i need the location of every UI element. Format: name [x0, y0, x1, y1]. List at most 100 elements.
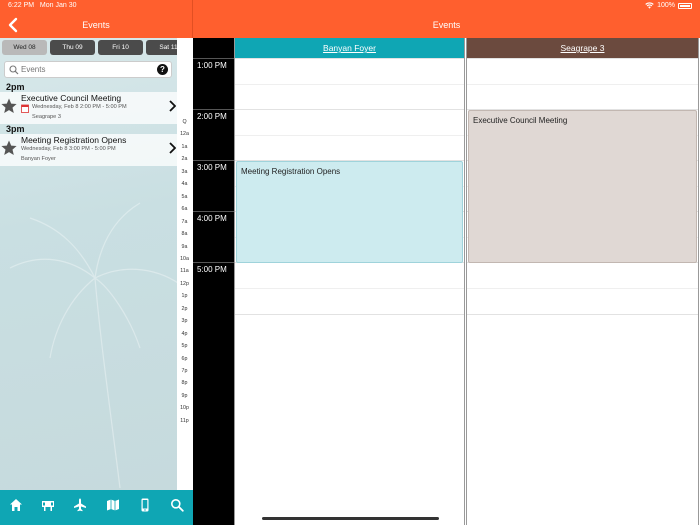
day-tab-thu-09[interactable]: Thu 09 [50, 40, 95, 55]
grid-line [235, 135, 464, 136]
hour-index-item[interactable]: 7a [177, 219, 192, 225]
hour-index-item[interactable]: 8p [177, 380, 192, 386]
event-list-panel: Wed 08 Thu 09 Fri 10 Sat 11 ? 2pm Execut… [0, 38, 192, 490]
event-list-item-registration[interactable]: Meeting Registration Opens Wednesday, Fe… [0, 134, 177, 166]
search-icon[interactable] [170, 498, 184, 512]
day-tabs: Wed 08 Thu 09 Fri 10 Sat 11 [2, 40, 191, 55]
time-tick [193, 262, 234, 263]
time-label-1pm: 1:00 PM [197, 61, 227, 70]
room-header-seagrape-3[interactable]: Seagrape 3 [467, 38, 698, 59]
bottom-nav-bar [0, 490, 193, 525]
status-time: 6:22 PM Mon Jan 30 [8, 2, 77, 9]
grid-line [467, 314, 698, 315]
home-indicator [262, 517, 439, 520]
event-list-item-executive-council[interactable]: Executive Council Meeting Wednesday, Feb… [0, 92, 177, 124]
chevron-right-icon [169, 142, 176, 154]
room-column-seagrape-3: Seagrape 3 Executive Council Meeting [466, 38, 699, 525]
time-tick [193, 160, 234, 161]
time-label-3pm: 3:00 PM [197, 163, 227, 172]
grid-line [235, 288, 464, 289]
hour-index-item[interactable]: 4p [177, 331, 192, 337]
hour-index-item[interactable]: 3p [177, 318, 192, 324]
hour-index-item[interactable]: 10p [177, 405, 192, 411]
time-label-4pm: 4:00 PM [197, 214, 227, 223]
hour-index-item[interactable]: 6a [177, 206, 192, 212]
room-header-banyan-foyer[interactable]: Banyan Foyer [235, 38, 464, 59]
star-icon[interactable] [1, 140, 17, 156]
time-tick [193, 109, 234, 110]
day-tab-fri-10[interactable]: Fri 10 [98, 40, 143, 55]
calendar-icon [21, 104, 29, 113]
hour-index-bar[interactable]: Q 12a 1a 2a 3a 4a 5a 6a 7a 8a 9a 10a 11a 12p 1p 2p 3p 4p 5… [177, 38, 192, 490]
event-title: Meeting Registration Opens [21, 135, 127, 145]
airplane-icon[interactable] [73, 498, 87, 512]
hour-index-item[interactable]: Q [177, 119, 192, 125]
time-label-2pm: 2:00 PM [197, 112, 227, 121]
schedule-grid: 1:00 PM 2:00 PM 3:00 PM 4:00 PM 5:00 PM … [193, 38, 700, 525]
time-tick [193, 211, 234, 212]
hour-index-item[interactable]: 9p [177, 393, 192, 399]
hour-index-item[interactable]: 10a [177, 256, 192, 262]
hour-index-item[interactable]: 9a [177, 244, 192, 250]
event-block-title: Meeting Registration Opens [241, 167, 341, 176]
hour-index-item[interactable]: 2a [177, 156, 192, 162]
hour-index-item[interactable]: 5a [177, 194, 192, 200]
event-date: Wednesday, Feb 8 2:00 PM - 5:00 PM [32, 104, 127, 110]
hour-index-item[interactable]: 2p [177, 306, 192, 312]
hour-index-item[interactable]: 5p [177, 343, 192, 349]
left-header: Events [0, 13, 192, 38]
search-icon [9, 65, 19, 75]
hour-index-item[interactable]: 7p [177, 368, 192, 374]
hour-index-item[interactable]: 4a [177, 181, 192, 187]
right-header-title: Events [432, 20, 461, 30]
palm-background-image [9, 202, 186, 488]
grid-line [467, 58, 698, 59]
grid-line [235, 84, 464, 85]
day-tab-wed-08[interactable]: Wed 08 [2, 40, 47, 55]
status-bar: 6:22 PM Mon Jan 30 100% [0, 0, 700, 13]
event-block-title: Executive Council Meeting [473, 116, 568, 125]
status-date: Mon Jan 30 [39, 2, 77, 9]
grid-line [467, 288, 698, 289]
hour-index-item[interactable]: 1p [177, 293, 192, 299]
hour-index-item[interactable]: 11p [177, 418, 192, 424]
home-icon[interactable] [9, 498, 23, 512]
event-block-executive-council[interactable]: Executive Council Meeting [468, 110, 697, 263]
hour-index-item[interactable]: 3a [177, 169, 192, 175]
hour-index-item[interactable]: 6p [177, 356, 192, 362]
battery-percent: 100% [657, 2, 675, 9]
event-title: Executive Council Meeting [21, 93, 122, 103]
event-block-meeting-registration[interactable]: Meeting Registration Opens [236, 161, 463, 263]
chevron-right-icon [169, 100, 176, 112]
grid-line [235, 58, 464, 59]
grid-line [235, 314, 464, 315]
hour-index-item[interactable]: 1a [177, 144, 192, 150]
time-label-5pm: 5:00 PM [197, 265, 227, 274]
status-right: 100% [645, 2, 692, 9]
star-icon[interactable] [1, 98, 17, 114]
hour-index-item[interactable]: 12a [177, 131, 192, 137]
hour-index-item[interactable]: 11a [177, 268, 192, 274]
wifi-icon [645, 2, 654, 9]
battery-icon [678, 2, 692, 9]
hour-index-item[interactable]: 8a [177, 231, 192, 237]
mobile-phone-icon[interactable] [138, 498, 152, 512]
event-date: Wednesday, Feb 8 3:00 PM - 5:00 PM [21, 146, 116, 152]
time-heading-3pm: 3pm [6, 124, 25, 134]
left-header-title: Events [82, 20, 110, 30]
right-header: Events [193, 13, 700, 38]
map-icon[interactable] [106, 498, 120, 512]
search-bar: ? [4, 61, 172, 78]
grid-line [235, 109, 464, 110]
room-column-banyan-foyer: Banyan Foyer Meeting Registration Opens [234, 38, 465, 525]
exhibitor-booth-icon[interactable] [41, 498, 55, 512]
time-heading-2pm: 2pm [6, 82, 25, 92]
help-icon[interactable]: ? [157, 64, 168, 75]
time-column: 1:00 PM 2:00 PM 3:00 PM 4:00 PM 5:00 PM [193, 38, 234, 525]
event-location: Seagrape 3 [32, 114, 61, 120]
event-location: Banyan Foyer [21, 156, 56, 162]
grid-line [467, 84, 698, 85]
time-tick [193, 58, 234, 59]
search-input[interactable] [21, 63, 151, 76]
hour-index-item[interactable]: 12p [177, 281, 192, 287]
